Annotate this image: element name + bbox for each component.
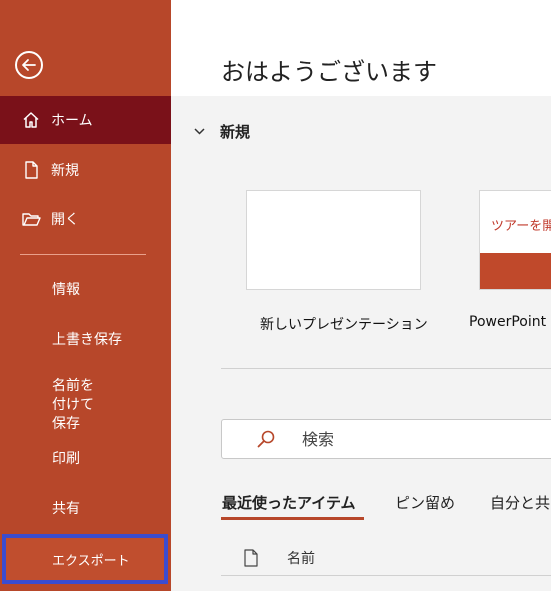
new-section-toggle[interactable]: 新規 [193,121,250,142]
sidebar-item-label: 情報 [52,282,80,298]
sidebar-item-home[interactable]: ホーム [0,96,171,144]
page-title: おはようございます [221,58,437,86]
tab-pinned[interactable]: ピン留め [395,492,455,513]
file-type-icon [244,548,258,567]
sidebar-item-save-as[interactable]: 名前を付けて保存 [0,371,171,432]
back-button[interactable] [15,51,43,79]
section-divider [221,368,551,369]
sidebar-item-export[interactable]: エクスポート [2,534,168,584]
active-tab-indicator [221,517,364,520]
tab-shared-with-me[interactable]: 自分と共 [490,492,550,513]
sidebar-item-label: 開く [51,212,79,228]
sidebar-item-info[interactable]: 情報 [0,265,171,313]
template-label[interactable]: 新しいプレゼンテーション [260,314,428,334]
backstage-sidebar: ホーム 新規 開く 情報 上書き保存 名前を付けて保存 印刷 共有 エクスポート [0,0,171,591]
back-arrow-icon [22,59,36,71]
search-input[interactable] [302,429,502,449]
tour-preview-bar [480,253,551,289]
sidebar-item-print[interactable]: 印刷 [0,434,171,482]
tour-template-thumbnail[interactable]: ツアーを開 [479,190,551,290]
new-file-icon [0,160,51,180]
sidebar-item-label: ホーム [51,113,93,129]
sidebar-item-label: 新規 [51,163,79,179]
sidebar-divider [20,254,146,255]
section-title: 新規 [220,123,251,141]
sidebar-item-share[interactable]: 共有 [0,484,171,532]
sidebar-item-open[interactable]: 開く [0,195,171,243]
blank-presentation-thumbnail[interactable] [246,190,421,290]
sidebar-item-label: 共有 [52,501,80,517]
chevron-down-icon [194,128,205,135]
file-list-header: 名前 [221,540,551,576]
sidebar-item-label: エクスポート [52,553,130,569]
sidebar-item-label: 上書き保存 [52,332,122,348]
tour-preview-text: ツアーを開 [491,219,551,234]
sidebar-item-label: 名前を付けて保存 [52,378,94,432]
search-icon [257,430,275,448]
home-icon [0,110,51,130]
sidebar-item-label: 印刷 [52,451,80,467]
template-label[interactable]: PowerPoint [469,314,546,330]
sidebar-item-save[interactable]: 上書き保存 [0,315,171,363]
sidebar-item-new[interactable]: 新規 [0,146,171,194]
open-folder-icon [0,209,51,229]
tab-recent[interactable]: 最近使ったアイテム [222,492,356,513]
search-box[interactable] [221,419,551,459]
column-header-name[interactable]: 名前 [287,548,315,568]
